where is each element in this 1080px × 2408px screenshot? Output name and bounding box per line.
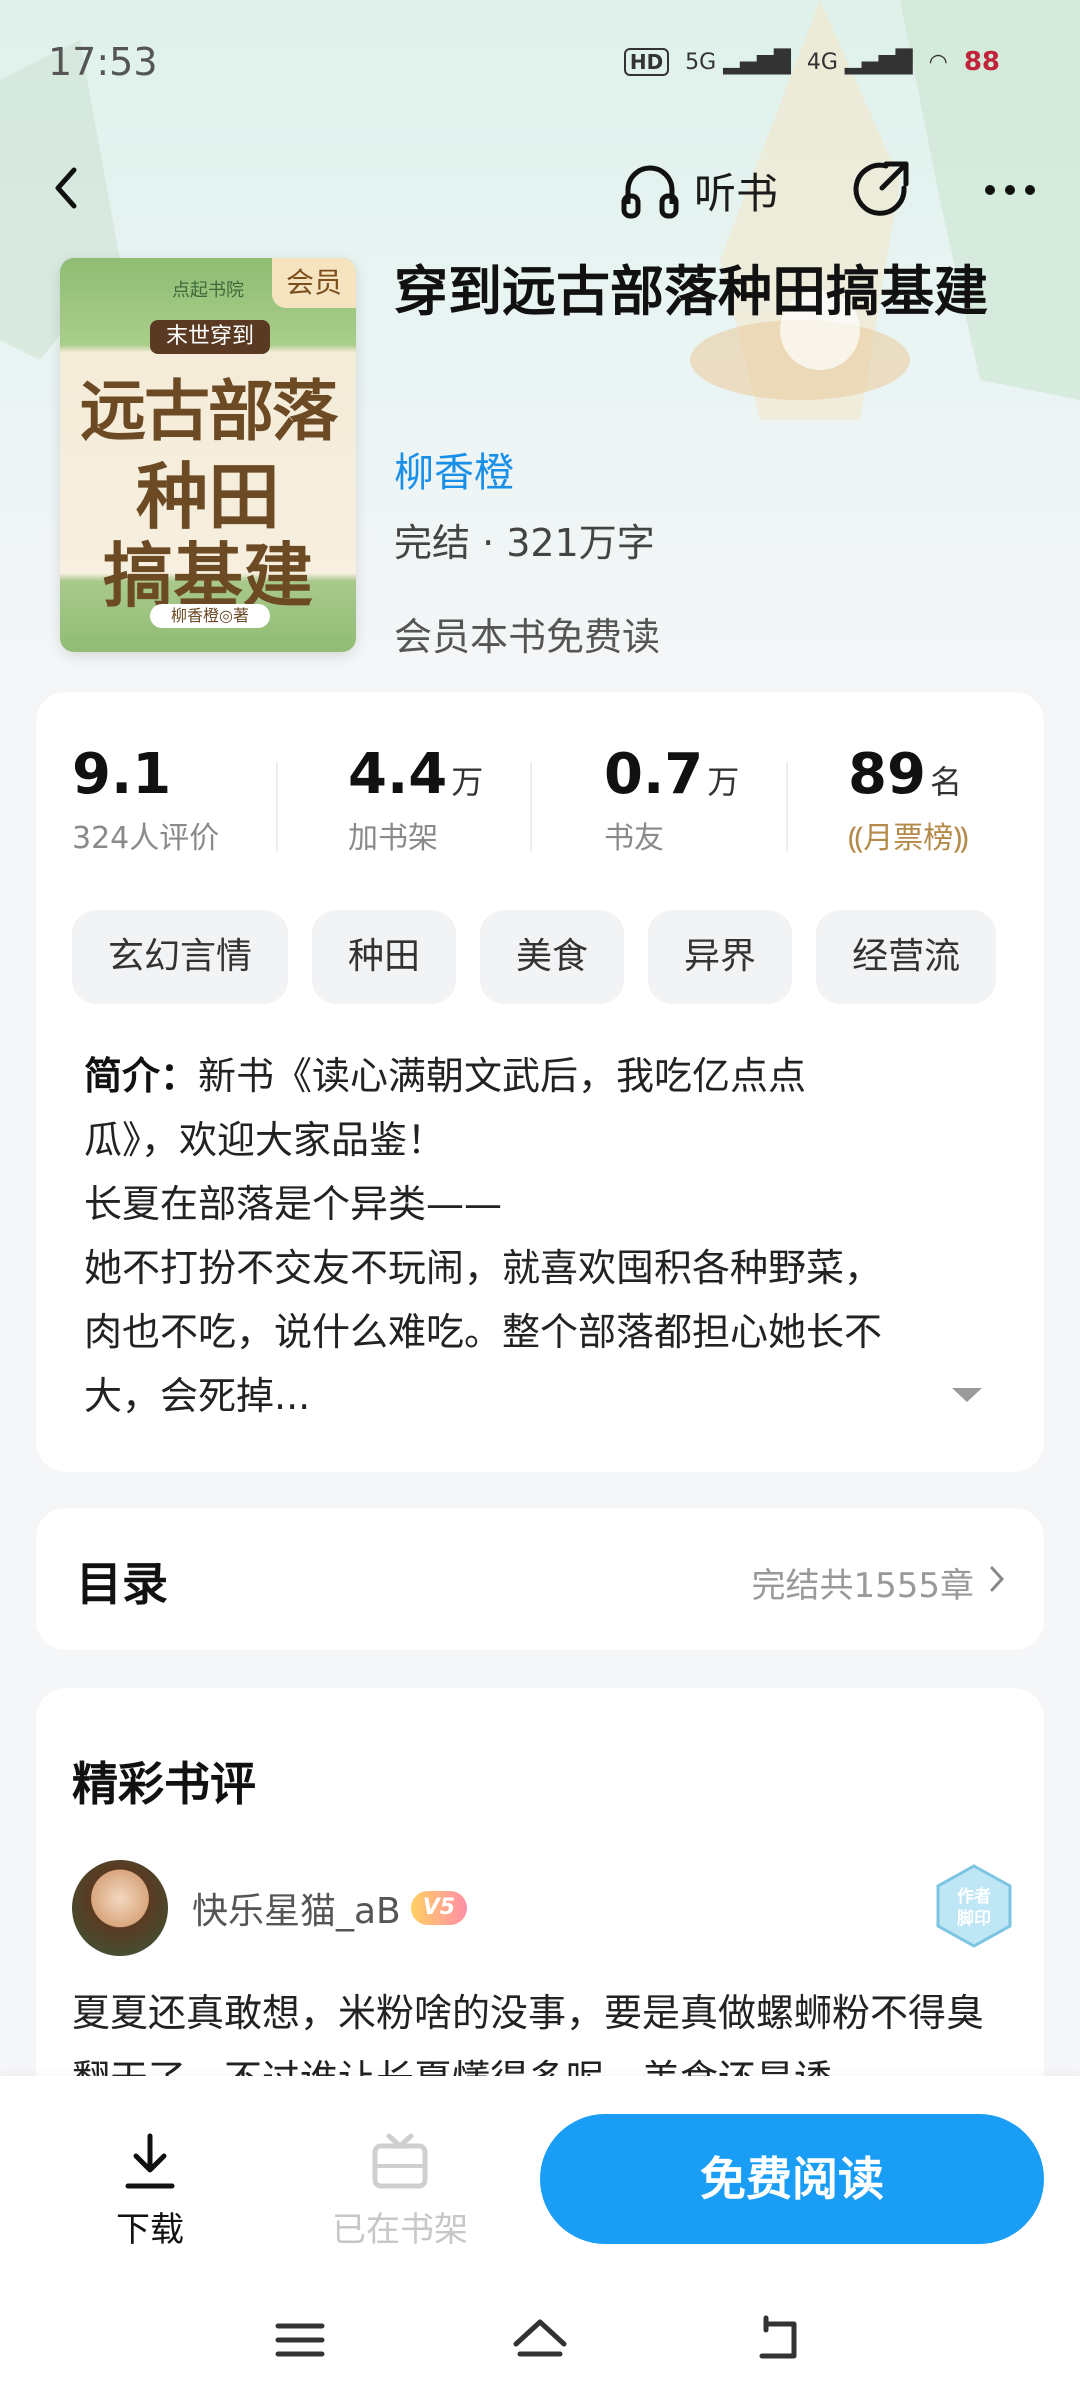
back-icon[interactable] [38, 158, 98, 218]
book-title: 穿到远古部落种田搞基建 [394, 260, 988, 323]
review-username: 快乐星猫_aB [192, 1891, 401, 1932]
status-icons: HD 5G ▂▄▆█ 4G ▂▄▆█ ◠ 88 [623, 42, 1000, 82]
back-nav-icon[interactable] [750, 2310, 810, 2370]
battery-indicator: 88 [963, 47, 1000, 77]
hd-indicator: HD [623, 48, 670, 76]
bookshelf-icon [372, 2133, 428, 2189]
tag-item[interactable]: 经营流 [816, 910, 997, 1004]
divider [786, 762, 788, 852]
status-bar: 17:53 HD 5G ▂▄▆█ 4G ▂▄▆█ ◠ 88 [0, 0, 1080, 130]
signal-5g-icon: 5G ▂▄▆█ [685, 49, 791, 75]
toc-title: 目录 [76, 1557, 168, 1611]
on-shelf-button[interactable]: 已在书架 [320, 2130, 480, 2251]
reviews-title: 精彩书评 [72, 1757, 256, 1811]
headphones-icon [621, 165, 679, 219]
tag-item[interactable]: 玄幻言情 [72, 910, 289, 1004]
tag-item[interactable]: 异界 [648, 910, 793, 1004]
listen-label: 听书 [694, 168, 779, 218]
top-bar: 听书 [0, 140, 1080, 240]
wifi-icon: ◠ [928, 49, 948, 75]
status-time: 17:53 [48, 40, 158, 84]
cover-ribbon: 末世穿到 [150, 320, 270, 354]
book-info-card: 9.1 324人评价 4.4 万 加书架 0.7 万 书友 89 名 ⸨月票榜⸩ 玄幻… [36, 692, 1044, 1472]
stat-readers[interactable]: 0.7 万 书友 [604, 742, 739, 857]
download-button[interactable]: 下载 [100, 2130, 200, 2251]
menu-icon[interactable] [270, 2310, 330, 2370]
book-cover[interactable]: 点起书院 末世穿到 远古部落 种田 搞基建 柳香橙◎著 [60, 258, 356, 652]
vip-badge: 会员 [272, 258, 356, 308]
more-icon[interactable] [980, 160, 1040, 220]
free-read-note: 会员本书免费读 [394, 615, 661, 659]
download-label: 下载 [116, 2210, 184, 2250]
svg-text:作者: 作者 [957, 1886, 991, 1907]
signal-4g-icon: 4G ▂▄▆█ [806, 49, 913, 75]
system-nav-bar [0, 2290, 1080, 2390]
home-icon[interactable] [510, 2310, 570, 2370]
chevron-right-icon [990, 1566, 1005, 1592]
intro-label: 简介： [84, 1054, 199, 1098]
stat-rating[interactable]: 9.1 324人评价 [72, 742, 219, 857]
share-icon[interactable] [846, 154, 916, 224]
avatar[interactable] [72, 1860, 168, 1956]
author-footprint-badge: 作者 脚印 [936, 1864, 1012, 1948]
listen-button[interactable]: 听书 [618, 158, 778, 222]
cover-brand: 点起书院 [172, 280, 244, 301]
download-icon [125, 2133, 175, 2189]
tag-item[interactable]: 美食 [480, 910, 625, 1004]
divider [276, 762, 278, 852]
level-badge: V5 [410, 1891, 468, 1925]
divider [530, 762, 532, 852]
cover-author: 柳香橙◎著 [150, 604, 270, 628]
toc-chapter-count: 完结共1555章 [751, 1566, 974, 1606]
stat-shelf[interactable]: 4.4 万 加书架 [348, 742, 483, 857]
on-shelf-label: 已在书架 [332, 2210, 468, 2250]
svg-text:脚印: 脚印 [957, 1908, 991, 1929]
free-read-button[interactable]: 免费阅读 [540, 2114, 1044, 2244]
table-of-contents[interactable]: 目录 完结共1555章 [36, 1508, 1044, 1650]
review-user[interactable]: 快乐星猫_aB V5 [192, 1882, 468, 1934]
author-link[interactable]: 柳香橙 [394, 440, 514, 498]
stat-monthly-rank[interactable]: 89 名 ⸨月票榜⸩ [848, 742, 969, 857]
bottom-action-bar: 下载 已在书架 免费阅读 [0, 2076, 1080, 2408]
tag-item[interactable]: 种田 [312, 910, 457, 1004]
genre-tags: 玄幻言情 种田 美食 异界 经营流 [72, 910, 997, 1004]
expand-icon[interactable] [950, 1384, 984, 1406]
book-intro[interactable]: 简介：新书《读心满朝文武后，我吃亿点点 瓜》，欢迎大家品鉴！ 长夏在部落是个异类… [84, 1044, 964, 1428]
book-meta: 完结 · 321万字 [394, 521, 655, 565]
